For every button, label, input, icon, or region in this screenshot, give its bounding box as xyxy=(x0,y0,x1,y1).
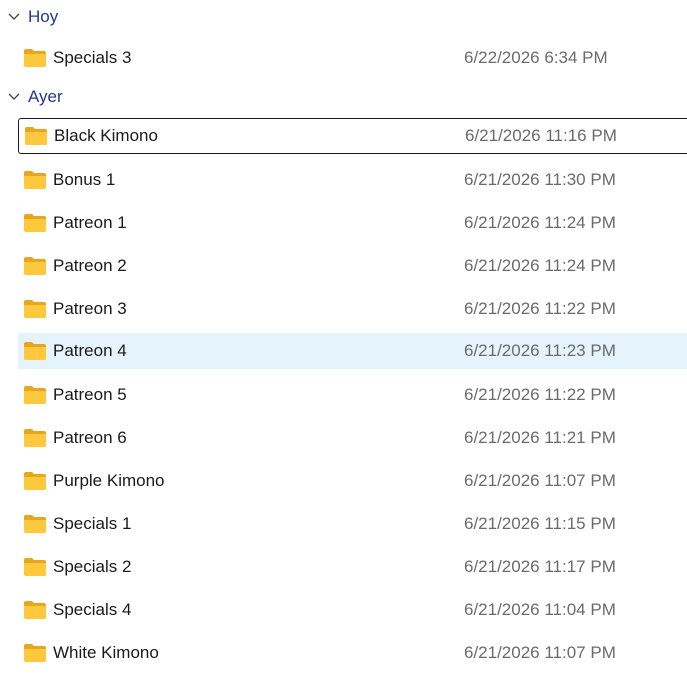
item-date: 6/21/2026 11:24 PM xyxy=(464,213,616,232)
item-date: 6/21/2026 11:17 PM xyxy=(464,557,616,576)
folder-icon xyxy=(23,213,47,233)
folder-icon xyxy=(23,643,47,663)
folder-icon xyxy=(23,385,47,405)
item-name: Black Kimono xyxy=(54,126,158,145)
list-item[interactable]: Bonus 1 6/21/2026 11:30 PM xyxy=(18,162,687,198)
group-title: Ayer xyxy=(28,87,63,106)
list-item[interactable]: Patreon 5 6/21/2026 11:22 PM xyxy=(18,377,687,413)
folder-icon xyxy=(23,428,47,448)
item-date: 6/21/2026 11:22 PM xyxy=(464,299,616,318)
item-name: Purple Kimono xyxy=(53,471,165,490)
folder-icon xyxy=(23,256,47,276)
list-item[interactable]: Specials 3 6/22/2026 6:34 PM xyxy=(18,40,687,76)
group-header-ayer[interactable]: Ayer xyxy=(0,83,687,111)
item-date: 6/21/2026 11:22 PM xyxy=(464,385,616,404)
list-item[interactable]: Patreon 4 6/21/2026 11:23 PM xyxy=(18,333,687,369)
item-date: 6/21/2026 11:04 PM xyxy=(464,600,616,619)
item-name: Patreon 5 xyxy=(53,385,127,404)
item-date: 6/21/2026 11:07 PM xyxy=(464,471,616,490)
folder-icon xyxy=(24,126,48,146)
list-item[interactable]: Patreon 6 6/21/2026 11:21 PM xyxy=(18,420,687,456)
chevron-down-icon[interactable] xyxy=(0,83,28,111)
file-list: Hoy Specials 3 6/22/2026 6:34 PM Ayer Bl… xyxy=(0,0,687,685)
group-title: Hoy xyxy=(28,7,59,26)
item-name: Specials 2 xyxy=(53,557,132,576)
list-item[interactable]: Specials 4 6/21/2026 11:04 PM xyxy=(18,592,687,628)
item-date: 6/21/2026 11:23 PM xyxy=(464,341,616,360)
folder-icon xyxy=(23,299,47,319)
item-date: 6/21/2026 11:16 PM xyxy=(465,126,617,145)
item-name: Patreon 1 xyxy=(53,213,127,232)
item-name: Specials 3 xyxy=(53,48,132,67)
folder-icon xyxy=(23,48,47,68)
folder-icon xyxy=(23,471,47,491)
list-item[interactable]: Patreon 1 6/21/2026 11:24 PM xyxy=(18,205,687,241)
item-date: 6/21/2026 11:07 PM xyxy=(464,643,616,662)
chevron-down-icon[interactable] xyxy=(0,3,28,31)
list-item[interactable]: Black Kimono 6/21/2026 11:16 PM xyxy=(18,118,687,154)
item-date: 6/22/2026 6:34 PM xyxy=(464,48,608,67)
list-item[interactable]: Patreon 2 6/21/2026 11:24 PM xyxy=(18,248,687,284)
item-date: 6/21/2026 11:21 PM xyxy=(464,428,616,447)
list-item[interactable]: Specials 1 6/21/2026 11:15 PM xyxy=(18,506,687,542)
list-item[interactable]: Purple Kimono 6/21/2026 11:07 PM xyxy=(18,463,687,499)
item-name: Specials 4 xyxy=(53,600,132,619)
item-date: 6/21/2026 11:30 PM xyxy=(464,170,616,189)
item-name: Bonus 1 xyxy=(53,170,116,189)
folder-icon xyxy=(23,514,47,534)
item-name: Patreon 2 xyxy=(53,256,127,275)
item-date: 6/21/2026 11:24 PM xyxy=(464,256,616,275)
item-name: Patreon 4 xyxy=(53,341,127,360)
item-date: 6/21/2026 11:15 PM xyxy=(464,514,616,533)
list-item[interactable]: Patreon 3 6/21/2026 11:22 PM xyxy=(18,291,687,327)
folder-icon xyxy=(23,557,47,577)
list-item[interactable]: Specials 2 6/21/2026 11:17 PM xyxy=(18,549,687,585)
folder-icon xyxy=(23,600,47,620)
group-header-hoy[interactable]: Hoy xyxy=(0,3,687,31)
item-name: Specials 1 xyxy=(53,514,132,533)
item-name: White Kimono xyxy=(53,643,159,662)
folder-icon xyxy=(23,170,47,190)
item-name: Patreon 3 xyxy=(53,299,127,318)
folder-icon xyxy=(23,341,47,361)
list-item[interactable]: White Kimono 6/21/2026 11:07 PM xyxy=(18,635,687,671)
item-name: Patreon 6 xyxy=(53,428,127,447)
